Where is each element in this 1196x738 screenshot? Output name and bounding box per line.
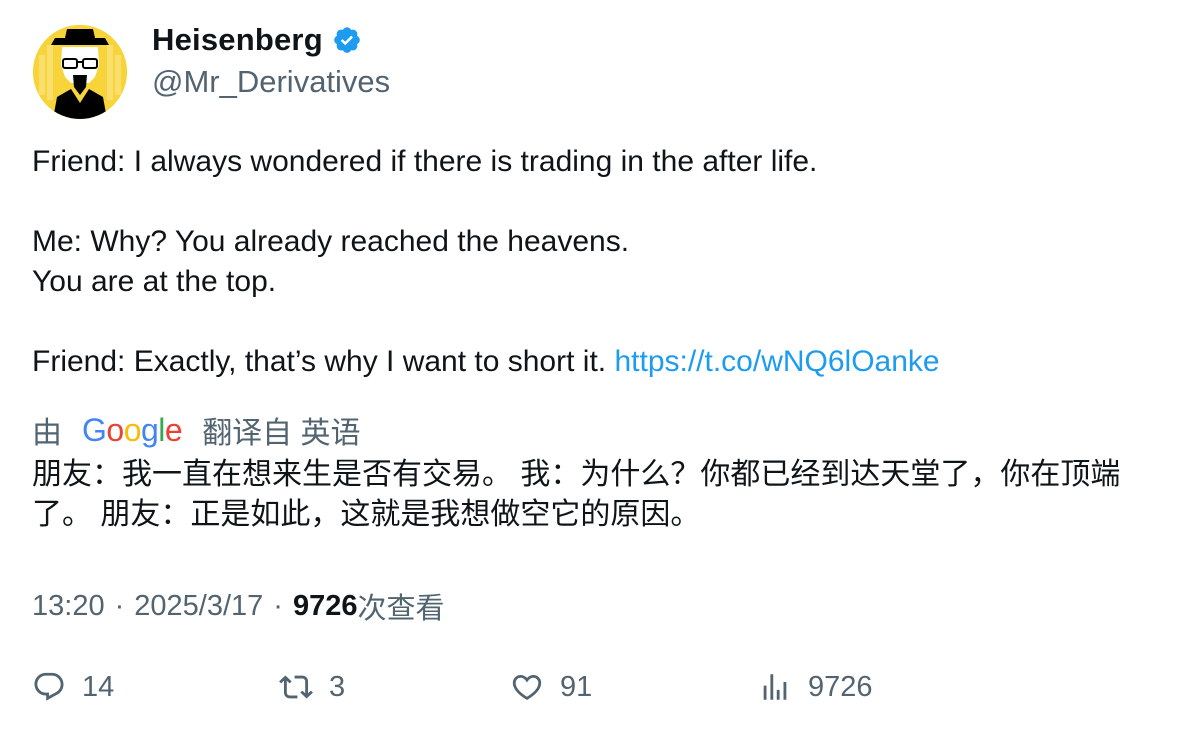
like-count: 91 — [560, 670, 593, 703]
tweet-link[interactable]: https://t.co/wNQ6lOanke — [614, 345, 939, 378]
heisenberg-avatar-icon — [33, 25, 127, 119]
tweet-line: Friend: Exactly, that’s why I want to sh… — [32, 345, 607, 378]
like-button[interactable]: 91 — [510, 670, 592, 704]
translation-suffix: 翻译自 英语 — [202, 417, 361, 450]
google-letter: g — [140, 411, 159, 448]
author-name-row[interactable]: Heisenberg — [152, 22, 362, 58]
reply-icon — [34, 672, 64, 701]
reply-button[interactable]: 14 — [32, 670, 114, 704]
avatar[interactable] — [33, 25, 127, 119]
author-handle[interactable]: @Mr_Derivatives — [152, 64, 390, 100]
translation-attribution[interactable]: 由 Google 翻译自 英语 — [32, 408, 361, 452]
display-name[interactable]: Heisenberg — [152, 22, 323, 58]
tweet-line: Me: Why? You already reached the heavens… — [32, 225, 630, 258]
views-button[interactable]: 9726 — [758, 670, 873, 704]
tweet-meta: 13:20 · 2025/3/17 · 9726 次查看 — [32, 585, 444, 627]
analytics-icon — [763, 674, 787, 700]
google-letter: o — [106, 411, 124, 448]
action-bar: 14 3 91 9726 — [0, 670, 1196, 716]
google-logo: Google — [82, 411, 183, 449]
verified-badge-icon[interactable] — [332, 25, 362, 55]
tweet-line: You are at the top. — [32, 265, 277, 298]
views-count: 9726 — [808, 670, 873, 703]
separator: · — [273, 589, 283, 622]
translated-text: 朋友：我一直在想来生是否有交易。 我：为什么？你都已经到达天堂了，你在顶端了。 … — [32, 458, 1121, 531]
google-letter: l — [158, 411, 165, 448]
tweet-line: Friend: I always wondered if there is tr… — [32, 145, 818, 178]
views-number: 9726 — [292, 589, 358, 622]
google-letter: e — [164, 411, 183, 448]
tweet-time[interactable]: 13:20 — [32, 590, 105, 623]
retweet-icon — [279, 675, 313, 699]
tweet-date[interactable]: 2025/3/17 — [134, 590, 263, 623]
retweet-button[interactable]: 3 — [279, 670, 345, 704]
google-letter: G — [82, 411, 107, 448]
views-label: 次查看 — [357, 593, 445, 625]
retweet-count: 3 — [329, 670, 346, 703]
google-letter: o — [123, 411, 142, 448]
separator: · — [114, 589, 125, 622]
tweet-text: Friend: I always wondered if there is tr… — [32, 142, 1172, 382]
heart-icon — [512, 674, 542, 700]
translation-prefix: 由 — [32, 417, 62, 450]
reply-count: 14 — [82, 670, 115, 703]
